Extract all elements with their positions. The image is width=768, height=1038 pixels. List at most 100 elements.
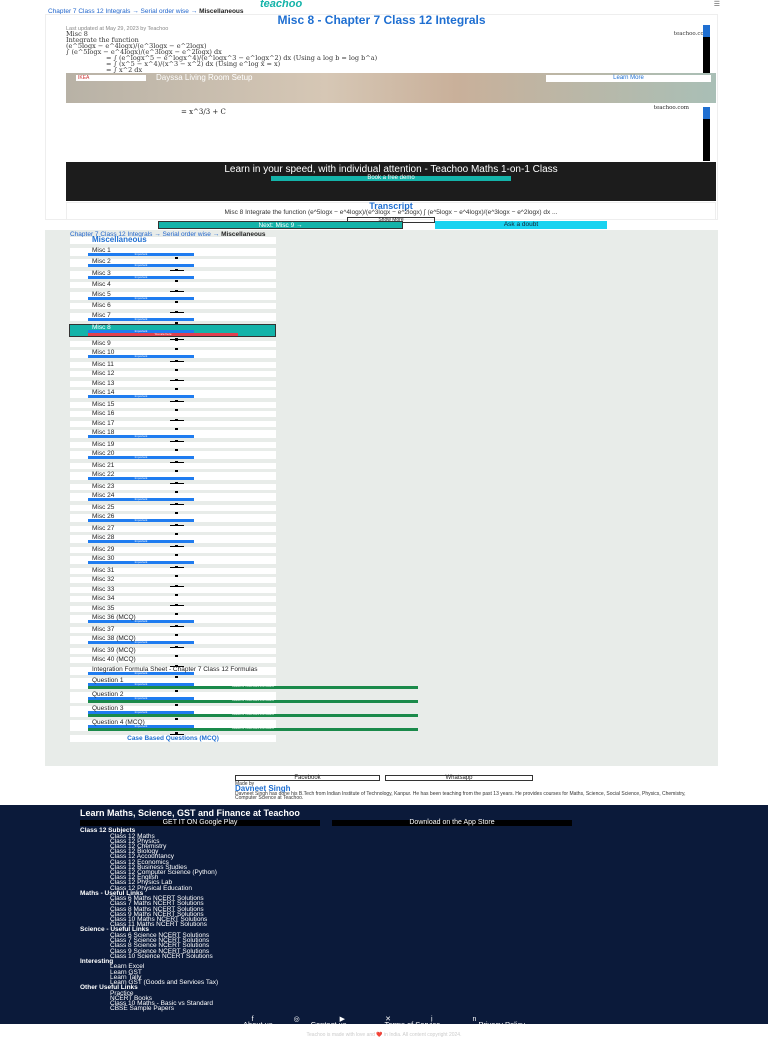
whatsapp-share-button[interactable]: Whatsapp xyxy=(385,775,533,781)
terms-link[interactable]: Terms of Service xyxy=(384,1020,440,1028)
list-item[interactable]: Misc 36 (MCQ) Important xyxy=(70,614,276,628)
youtube-icon[interactable]: ▶ xyxy=(340,1016,385,1023)
next-button[interactable]: Next: Misc 9 → xyxy=(158,221,403,229)
menu-icon[interactable]: ☰ xyxy=(714,0,720,8)
list-item[interactable]: Misc 34 xyxy=(70,595,276,607)
list-item[interactable]: Misc 8 Important You are here xyxy=(69,324,276,341)
list-item[interactable]: Misc 4 xyxy=(70,281,276,293)
item-label: Misc 33 xyxy=(92,585,115,593)
list-item[interactable]: Misc 17 xyxy=(70,420,276,431)
list-item[interactable]: Misc 12 xyxy=(70,370,276,382)
list-item[interactable]: Misc 24 Important xyxy=(70,492,276,506)
list-item[interactable]: Misc 14 Important xyxy=(70,389,276,403)
list-item[interactable]: Question 3 Important Deleted for CBSE Boar… xyxy=(70,705,418,721)
ask-doubt-button[interactable]: Ask a doubt xyxy=(435,221,607,229)
transcript: Transcript Misc 8 Integrate the function… xyxy=(66,202,716,223)
list-item[interactable]: Misc 23 xyxy=(70,482,276,494)
list-item[interactable]: Misc 1 Important xyxy=(70,246,276,260)
ad-headline: Dayssa Living Room Setup xyxy=(156,73,253,82)
footer-link[interactable]: CBSE Sample Papers xyxy=(80,1006,688,1013)
list-item[interactable]: Misc 21 xyxy=(70,461,276,473)
list-item[interactable]: Misc 26 Important xyxy=(70,513,276,527)
item-label: Misc 25 xyxy=(92,503,115,511)
author-bio: Davneet Singh has done his B.Tech from I… xyxy=(235,791,686,801)
item-label: Question 3 xyxy=(92,705,124,712)
you-are-here-badge: You are here xyxy=(88,333,238,336)
item-label: Misc 39 (MCQ) xyxy=(92,646,136,654)
list-item[interactable]: Misc 16 xyxy=(70,410,276,422)
list-item[interactable]: Misc 15 xyxy=(70,401,276,412)
list-item[interactable]: Misc 39 (MCQ) xyxy=(70,646,276,658)
book-demo-button[interactable]: Book a free demo xyxy=(271,175,511,181)
ad-learn-more-button[interactable]: Learn More xyxy=(546,75,711,82)
item-label: Misc 27 xyxy=(92,524,115,532)
item-label: Misc 9 xyxy=(92,339,111,347)
list-item[interactable]: Misc 28 Important xyxy=(70,534,276,548)
list-item[interactable]: Misc 6 xyxy=(70,302,276,314)
item-label: Misc 6 xyxy=(92,302,111,309)
promo-text: Learn in your speed, with individual att… xyxy=(224,164,558,175)
question-list: Miscellaneous Misc 1 Important Misc 2 Impor… xyxy=(69,236,418,742)
scrollbar[interactable] xyxy=(703,107,710,161)
footer: Learn Maths, Science, GST and Finance at… xyxy=(0,805,768,1037)
item-label: Misc 38 (MCQ) xyxy=(92,635,136,642)
item-label: Misc 1 xyxy=(92,246,111,254)
about-us-link[interactable]: About us xyxy=(243,1020,273,1028)
case-based-link[interactable]: Case Based Questions (MCQ) xyxy=(70,734,276,742)
item-label: Misc 21 xyxy=(92,461,115,469)
list-item[interactable]: Misc 13 xyxy=(70,380,276,391)
item-label: Misc 14 xyxy=(92,389,115,396)
list-item[interactable]: Misc 18 Important xyxy=(70,429,276,443)
teachoo-logo[interactable]: teachoo xyxy=(260,0,302,10)
watermark: teachoo.com xyxy=(653,105,689,111)
list-item[interactable]: Question 1 Important Deleted for CBSE Boar… xyxy=(70,677,418,693)
advertisement[interactable]: IKEA Dayssa Living Room Setup Learn More xyxy=(66,73,716,103)
list-item[interactable]: Integration Formula Sheet - Chapter 7 Cl… xyxy=(70,665,276,679)
arrow-down-icon xyxy=(170,732,184,735)
list-item[interactable]: Misc 35 xyxy=(70,605,276,616)
item-label: Misc 29 xyxy=(92,545,115,553)
list-item[interactable]: Misc 19 xyxy=(70,441,276,452)
item-label: Misc 23 xyxy=(92,482,115,490)
list-item[interactable]: Misc 31 xyxy=(70,567,276,578)
list-item[interactable]: Question 2 Important Deleted for CBSE Boar… xyxy=(70,691,418,707)
list-item[interactable]: Misc 10 Important xyxy=(70,349,276,363)
item-label: Integration Formula Sheet - Chapter 7 Cl… xyxy=(92,665,258,673)
list-item[interactable]: Misc 9 xyxy=(70,339,276,351)
copyright: Teachoo is made with love and ❤️ in Indi… xyxy=(306,1031,462,1038)
list-item[interactable]: Misc 22 Important xyxy=(70,471,276,485)
deleted-badge: Deleted for CBSE Board 2024 Exams xyxy=(88,713,418,717)
facebook-share-button[interactable]: Facebook xyxy=(235,775,380,781)
promo-banner: Learn in your speed, with individual att… xyxy=(66,162,716,201)
item-label: Misc 5 xyxy=(92,290,111,298)
list-item[interactable]: Misc 20 Important xyxy=(70,450,276,464)
list-item[interactable]: Misc 40 (MCQ) xyxy=(70,656,276,668)
item-label: Misc 32 xyxy=(92,576,115,583)
list-item[interactable]: Misc 32 xyxy=(70,576,276,588)
list-item[interactable]: Misc 30 Important xyxy=(70,555,276,569)
item-label: Misc 12 xyxy=(92,370,115,377)
list-item[interactable]: Misc 33 xyxy=(70,585,276,597)
list-item[interactable]: Misc 27 xyxy=(70,524,276,536)
list-item[interactable]: Misc 5 Important xyxy=(70,290,276,304)
app-store-button[interactable]: Download on the App Store xyxy=(332,819,572,826)
contact-us-link[interactable]: Contact us xyxy=(311,1020,347,1028)
author-box: Made by Davneet Singh Davneet Singh has … xyxy=(235,782,705,804)
item-label: Misc 11 xyxy=(92,360,114,368)
deleted-badge: Deleted for CBSE Board 2024 Exams xyxy=(88,685,418,689)
item-label: Misc 8 xyxy=(92,324,111,331)
list-item[interactable]: Misc 25 xyxy=(70,503,276,515)
list-item[interactable]: Misc 2 Important xyxy=(70,258,276,272)
list-item[interactable]: Misc 38 (MCQ) Important xyxy=(70,635,276,649)
solution-image: Misc 8 Integrate the function (e^5logx −… xyxy=(66,31,719,75)
list-item[interactable]: Misc 11 xyxy=(70,360,276,372)
google-play-button[interactable]: GET IT ON Google Play xyxy=(80,819,320,826)
item-label: Misc 22 xyxy=(92,471,115,478)
list-item[interactable]: Question 4 (MCQ) Important Deleted for CBS… xyxy=(70,719,418,735)
deleted-badge: Deleted for CBSE Board 2024 Exams xyxy=(88,699,418,703)
list-item[interactable]: Misc 7 Important xyxy=(70,312,276,325)
list-item[interactable]: Misc 29 xyxy=(70,545,276,557)
list-item[interactable]: Misc 3 Important xyxy=(70,270,276,283)
list-item[interactable]: Misc 37 xyxy=(70,626,276,637)
privacy-link[interactable]: Privacy Policy xyxy=(478,1020,525,1028)
